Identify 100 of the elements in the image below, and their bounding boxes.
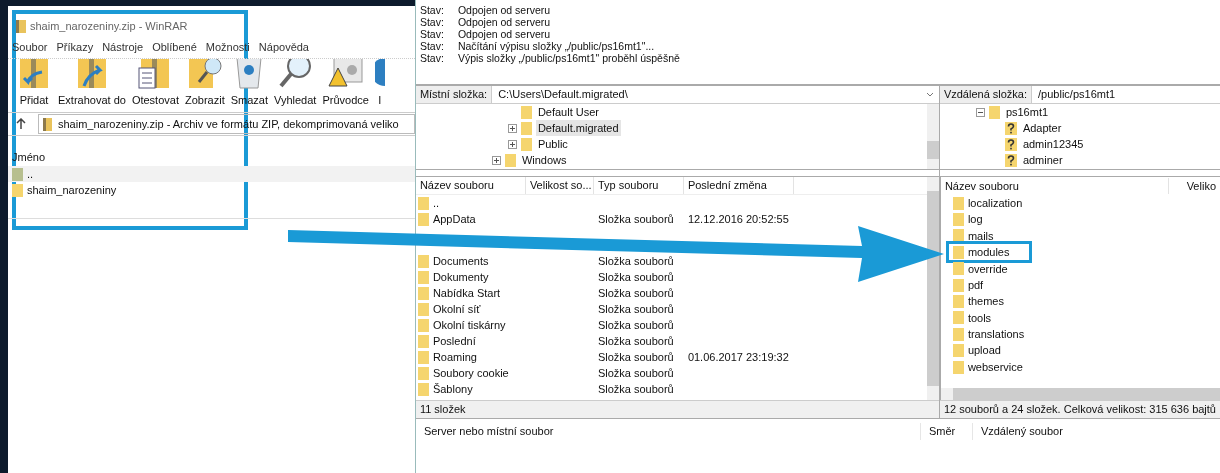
- folder-icon: [952, 196, 964, 210]
- log-message: Výpis složky „/public/ps16mt1" proběhl úspěšně: [457, 52, 680, 64]
- scrollbar[interactable]: [926, 177, 939, 400]
- question-mark-icon: [1004, 121, 1017, 135]
- file-row[interactable]: localization: [948, 195, 1027, 212]
- file-row[interactable]: upload: [948, 342, 1005, 359]
- log-message: Odpojen od serveru: [457, 28, 551, 40]
- modified-date: 12.12.2016 20:52:55: [687, 212, 789, 225]
- column-header[interactable]: Název souboru: [415, 177, 526, 194]
- folder-icon: [417, 270, 429, 284]
- file-name[interactable]: Roaming: [432, 348, 477, 366]
- toolbar-button[interactable]: I: [374, 59, 385, 108]
- log-label: Stav:: [419, 4, 445, 16]
- file-row[interactable]: log: [948, 211, 987, 228]
- column-header[interactable]: Poslední změna: [683, 177, 794, 194]
- archive-icon: [43, 117, 52, 131]
- folder-icon: [952, 278, 964, 292]
- folder-icon: [417, 286, 429, 300]
- horizontal-scrollbar[interactable]: [940, 388, 1220, 400]
- folder-icon: [952, 229, 964, 243]
- tree-item[interactable]: Adapter: [1020, 119, 1064, 137]
- file-row[interactable]: mails: [948, 227, 998, 244]
- folder-icon: [520, 105, 532, 119]
- folder-icon: [520, 137, 532, 151]
- column-header[interactable]: Název souboru: [940, 177, 1169, 195]
- folder-icon: [952, 213, 964, 227]
- file-name[interactable]: Poslední: [432, 332, 476, 350]
- tree-item[interactable]: Default.migrated: [535, 119, 621, 137]
- menu-item[interactable]: Oblíbené: [152, 38, 197, 56]
- file-row[interactable]: pdf: [948, 277, 988, 294]
- menu-item[interactable]: Nástroje: [102, 38, 144, 56]
- folder-icon: [417, 302, 429, 316]
- file-row[interactable]: webservice: [948, 359, 1027, 376]
- highlighted-file-row[interactable]: modules: [948, 244, 1029, 261]
- file-row[interactable]: override: [948, 260, 1012, 277]
- folder-icon: [952, 344, 964, 358]
- file-row[interactable]: ..: [8, 166, 415, 182]
- folder-icon: [520, 121, 532, 135]
- file-name[interactable]: ..: [432, 194, 439, 212]
- file-name[interactable]: Soubory cookie: [432, 364, 509, 382]
- log-label: Stav:: [419, 40, 445, 52]
- field-label: Místní složka:: [415, 86, 493, 103]
- question-mark-icon: [1004, 137, 1017, 151]
- path-field[interactable]: /public/ps16mt1: [1032, 86, 1220, 103]
- tree-item[interactable]: Public: [535, 135, 570, 153]
- file-type: Složka souborů: [597, 334, 674, 347]
- column-header[interactable]: Směr: [920, 423, 973, 440]
- expand-icon[interactable]: [507, 139, 517, 149]
- file-row[interactable]: translations: [948, 326, 1029, 343]
- search-icon: [277, 59, 314, 90]
- folder-magnifier-icon: [186, 59, 223, 90]
- file-name[interactable]: Dokumenty: [432, 268, 489, 286]
- toolbar-button[interactable]: Průvodce: [322, 59, 369, 108]
- tree-item[interactable]: admin12345: [1020, 135, 1086, 153]
- file-name[interactable]: Okolní síť: [432, 300, 481, 318]
- scrollbar[interactable]: [926, 104, 939, 169]
- folder-icon: [952, 262, 964, 276]
- toolbar-button[interactable]: Zobrazit: [184, 59, 225, 108]
- column-header[interactable]: Veliko: [1168, 177, 1220, 195]
- tree-item[interactable]: ps16mt1: [1003, 104, 1051, 121]
- toolbar-button[interactable]: Přidat: [16, 59, 52, 108]
- folder-icon: [952, 327, 964, 341]
- status-text: 12 souborů a 24 složek. Celková velikost: 315 636 bajtů: [939, 400, 1220, 418]
- column-header[interactable]: Velikost so...: [525, 177, 594, 194]
- column-header[interactable]: Vzdálený soubor: [972, 423, 1173, 440]
- collapse-icon[interactable]: [975, 107, 985, 117]
- menu-item[interactable]: Nápověda: [258, 38, 309, 56]
- folder-icon: [417, 196, 429, 210]
- file-name[interactable]: Documents: [432, 252, 489, 270]
- file-name[interactable]: Nabídka Start: [432, 284, 501, 302]
- folder-icon: [952, 295, 964, 309]
- file-name[interactable]: Šablony: [432, 380, 473, 398]
- folder-icon: [417, 254, 429, 268]
- tree-item[interactable]: Default User: [535, 104, 601, 121]
- tree-item[interactable]: Windows: [519, 151, 569, 169]
- file-type: Složka souborů: [597, 270, 674, 283]
- file-row[interactable]: shaim_narozeniny: [8, 182, 415, 198]
- folder-icon: [417, 212, 429, 226]
- toolbar-button[interactable]: Vyhledat: [274, 59, 317, 108]
- dropdown-icon[interactable]: [924, 90, 935, 99]
- tree-item[interactable]: adminer: [1020, 151, 1065, 169]
- file-row[interactable]: themes: [948, 293, 1008, 310]
- folder-icon: [988, 105, 1000, 119]
- file-name[interactable]: Okolní tiskárny: [432, 316, 506, 334]
- menu-item[interactable]: Příkazy: [56, 38, 94, 56]
- folder-icon: [417, 366, 429, 380]
- file-row[interactable]: tools: [948, 309, 996, 326]
- log-label: Stav:: [419, 52, 445, 64]
- column-header[interactable]: Server nebo místní soubor: [415, 423, 921, 440]
- path-field[interactable]: C:\Users\Default.migrated\: [492, 86, 925, 103]
- warning-window-icon: [327, 59, 364, 90]
- archive-icon: [16, 19, 26, 33]
- toolbar-button[interactable]: Otestovat: [131, 59, 179, 108]
- expand-icon[interactable]: [491, 155, 501, 165]
- folder-icon: [504, 153, 516, 167]
- file-name[interactable]: AppData: [432, 210, 476, 228]
- toolbar-button[interactable]: Extrahovat do: [58, 59, 126, 108]
- expand-icon[interactable]: [507, 123, 517, 133]
- column-header[interactable]: Typ souboru: [593, 177, 684, 194]
- folder-icon: [417, 350, 429, 364]
